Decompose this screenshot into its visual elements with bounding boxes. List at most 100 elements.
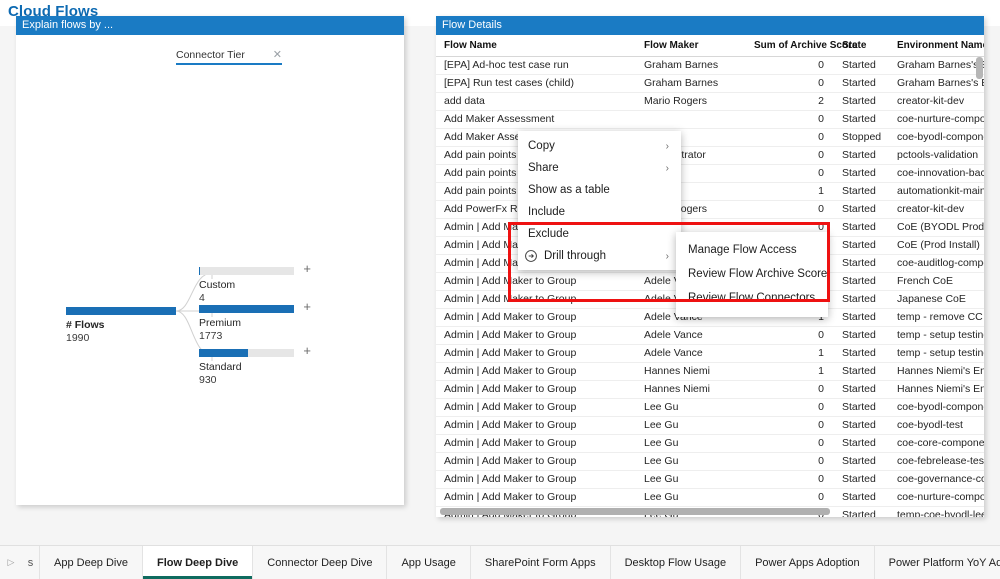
table-cell: Admin | Add Maker to Group — [436, 398, 636, 417]
table-cell: coe-byodl-components-dev — [889, 128, 984, 147]
table-row[interactable]: Admin | Add Maker to GroupLee Gu0Started… — [436, 398, 984, 417]
tree-node-custom-bar — [199, 267, 294, 275]
column-header-flow-maker[interactable]: Flow Maker — [636, 35, 746, 57]
table-row[interactable]: Admin | Add Maker to GroupLee Gu0Started… — [436, 416, 984, 435]
tree-node-root-bar-fill — [66, 307, 176, 315]
expand-icon[interactable]: + — [303, 344, 311, 357]
table-cell: Admin | Add Maker to Group — [436, 470, 636, 489]
submenu-item-review-flow-connectors[interactable]: Review Flow Connectors — [676, 286, 828, 310]
expand-icon[interactable]: + — [303, 262, 311, 275]
tab-partial-hidden[interactable]: s — [22, 546, 40, 579]
table-cell: coe-febrelease-test — [889, 452, 984, 471]
context-menu-item-exclude[interactable]: Exclude — [518, 223, 681, 245]
tree-node-standard-bar — [199, 349, 294, 357]
context-menu-item-copy[interactable]: Copy › — [518, 135, 681, 157]
table-cell: Hannes Niemi — [636, 380, 746, 399]
context-menu-item-label: Exclude — [528, 228, 569, 240]
context-menu-item-drill-through[interactable]: Drill through › — [518, 245, 681, 267]
column-header-state[interactable]: State — [834, 35, 889, 57]
table-cell: Graham Barnes's Environment — [889, 56, 984, 75]
table-cell: 1 — [746, 362, 834, 381]
table-cell: French CoE — [889, 272, 984, 291]
page-tab-app-usage[interactable]: App Usage — [387, 546, 471, 579]
page-tab-connector-deep-dive[interactable]: Connector Deep Dive — [253, 546, 388, 579]
table-cell: Started — [834, 452, 889, 471]
table-cell: Admin | Add Maker to Group — [436, 326, 636, 345]
context-menu-item-label: Show as a table — [528, 184, 610, 196]
table-cell: Started — [834, 434, 889, 453]
tree-node-custom-label: Custom — [199, 279, 236, 291]
table-cell: automationkit-main-dev — [889, 182, 984, 201]
submenu-item-manage-flow-access[interactable]: Manage Flow Access — [676, 238, 828, 262]
context-menu-item-show-as-a-table[interactable]: Show as a table — [518, 179, 681, 201]
table-cell: Admin | Add Maker to Group — [436, 434, 636, 453]
table-row[interactable]: [EPA] Run test cases (child) Graham Barne… — [436, 74, 984, 93]
submenu-item-review-flow-archive-score[interactable]: Review Flow Archive Score — [676, 262, 828, 286]
table-cell: 0 — [746, 326, 834, 345]
tree-node-standard[interactable]: Standard 930 + — [199, 344, 311, 386]
table-cell: Started — [834, 56, 889, 75]
table-row[interactable]: [EPA] Ad-hoc test case run Graham Barnes 0… — [436, 56, 984, 75]
column-header-flow-name[interactable]: Flow Name — [436, 35, 636, 57]
table-cell: Admin | Add Maker to Group — [436, 272, 636, 291]
table-cell: 0 — [746, 74, 834, 93]
table-cell: Add Maker Assessment — [436, 110, 636, 129]
tree-node-root-bar — [66, 307, 176, 315]
table-cell: 1 — [746, 344, 834, 363]
level-chip-underline — [176, 63, 282, 65]
page-tab-sharepoint-form-apps[interactable]: SharePoint Form Apps — [470, 546, 611, 579]
table-row[interactable]: Admin | Add Maker to GroupLee Gu0Started… — [436, 488, 984, 507]
context-menu-item-label: Drill through — [544, 250, 606, 262]
table-row[interactable]: Admin | Add Maker to Group Hannes Niemi 0 S… — [436, 380, 984, 399]
tree-node-premium[interactable]: Premium 1773 + — [199, 300, 311, 342]
context-menu-item-share[interactable]: Share › — [518, 157, 681, 179]
table-cell: Adele Vance — [636, 326, 746, 345]
table-cell: creator-kit-dev — [889, 92, 984, 111]
column-header-environment-name[interactable]: Environment Name — [889, 35, 984, 57]
vertical-scrollbar-thumb[interactable] — [976, 57, 983, 79]
horizontal-scrollbar[interactable] — [438, 508, 978, 515]
table-row[interactable]: Admin | Add Maker to Group Hannes Niemi 1 S… — [436, 362, 984, 381]
table-cell: Started — [834, 254, 889, 273]
tree-node-custom-bar-fill — [199, 267, 200, 275]
table-cell: Started — [834, 146, 889, 165]
table-cell: coe-byodl-components-dev — [889, 398, 984, 417]
page-tab-power-apps-adoption[interactable]: Power Apps Adoption — [741, 546, 875, 579]
table-row[interactable]: Admin | Add Maker to GroupLee Gu0Started… — [436, 434, 984, 453]
page-tab-desktop-flow-usage[interactable]: Desktop Flow Usage — [610, 546, 742, 579]
tree-node-root[interactable]: # Flows 1990 — [66, 307, 176, 344]
tab-scroll-right-button[interactable]: ▷ — [0, 546, 22, 579]
page-tab-app-deep-dive[interactable]: App Deep Dive — [40, 546, 143, 579]
tree-node-custom[interactable]: Custom 4 + — [199, 262, 311, 304]
flow-details-title: Flow Details — [442, 19, 502, 31]
table-cell: Started — [834, 362, 889, 381]
page-tab-flow-deep-dive[interactable]: Flow Deep Dive — [143, 546, 254, 579]
table-cell: Started — [834, 74, 889, 93]
level-chip-label: Connector Tier — [176, 49, 245, 61]
horizontal-scrollbar-thumb[interactable] — [440, 508, 830, 515]
page-tab-power-platform-yoy-adoption[interactable]: Power Platform YoY Adoption — [874, 546, 1000, 579]
context-menu-item-include[interactable]: Include — [518, 201, 681, 223]
tree-node-standard-value: 930 — [199, 374, 217, 386]
column-header-archive-score[interactable]: Sum of Archive Score — [746, 35, 858, 57]
expand-icon[interactable]: + — [303, 300, 311, 313]
table-cell: Japanese CoE — [889, 290, 984, 309]
close-icon[interactable]: ✕ — [273, 50, 282, 61]
table-row[interactable]: add data Mario Rogers 2 Started creator-kit-… — [436, 92, 984, 111]
table-cell: 0 — [746, 434, 834, 453]
tree-node-standard-label: Standard — [199, 361, 242, 373]
level-chip-connector-tier[interactable]: Connector Tier ✕ — [176, 49, 282, 65]
table-row[interactable]: Admin | Add Maker to GroupLee Gu0Started… — [436, 470, 984, 489]
table-header-row: Flow Name Flow Maker Sum of Archive Scor… — [436, 35, 984, 57]
vertical-scrollbar[interactable] — [976, 57, 983, 509]
table-row[interactable]: Admin | Add Maker to GroupLee Gu0Started… — [436, 452, 984, 471]
table-row[interactable]: Admin | Add Maker to GroupAdele Vance0St… — [436, 326, 984, 345]
context-menu-item-label: Include — [528, 206, 566, 218]
table-cell: creator-kit-dev — [889, 200, 984, 219]
submenu-item-label: Review Flow Archive Score — [688, 268, 828, 280]
table-cell: Admin | Add Maker to Group — [436, 416, 636, 435]
table-cell: Started — [834, 200, 889, 219]
table-row[interactable]: Add Maker Assessment 0 Started coe-nurture-… — [436, 110, 984, 129]
tree-node-root-value: 1990 — [66, 332, 90, 344]
table-row[interactable]: Admin | Add Maker to GroupAdele Vance1St… — [436, 344, 984, 363]
